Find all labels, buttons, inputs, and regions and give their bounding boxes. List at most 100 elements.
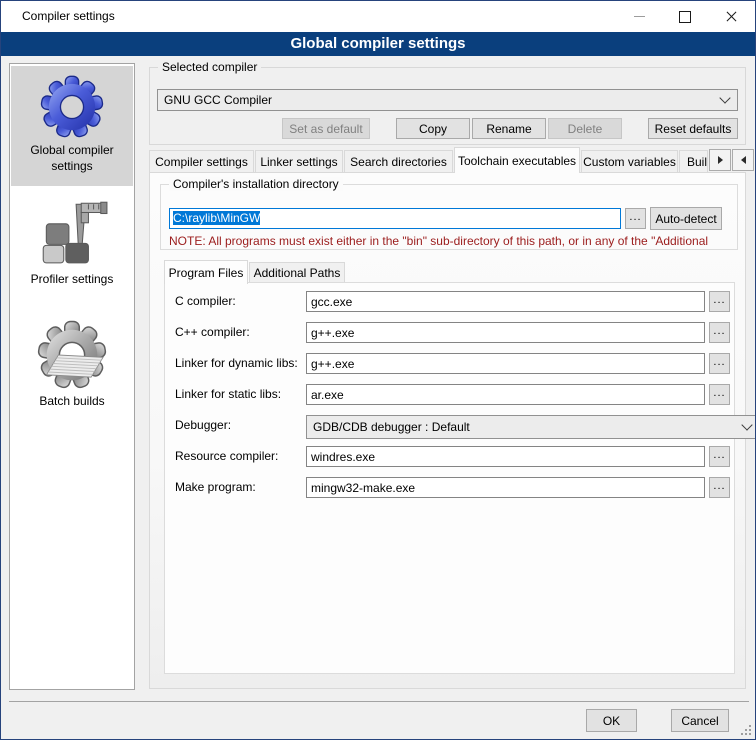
linker-dynamic-row: Linker for dynamic libs: ... (165, 353, 736, 375)
installation-directory-group: Compiler's installation directory C:\ray… (160, 184, 738, 250)
tab-scroll-left-button[interactable] (709, 149, 731, 171)
program-files-page: C compiler: ... C++ compiler: ... Linker… (164, 282, 735, 674)
sidebar-item-profiler-settings[interactable]: Profiler settings (11, 192, 133, 296)
tab-label: Search directories (350, 155, 447, 169)
tab-compiler-settings[interactable]: Compiler settings (149, 150, 254, 173)
ellipsis-icon: ... (713, 356, 725, 368)
resource-compiler-row: Resource compiler: ... (165, 446, 736, 468)
button-label: Delete (568, 122, 603, 136)
linker-static-browse-button[interactable]: ... (709, 384, 730, 405)
button-label: Auto-detect (655, 212, 716, 226)
subtab-program-files[interactable]: Program Files (164, 260, 248, 284)
make-program-row: Make program: ... (165, 477, 736, 499)
button-label: Set as default (289, 122, 362, 136)
c-compiler-browse-button[interactable]: ... (709, 291, 730, 312)
ellipsis-icon: ... (713, 325, 725, 337)
auto-detect-button[interactable]: Auto-detect (650, 207, 722, 230)
resource-compiler-input[interactable] (306, 446, 705, 467)
compiler-select-value: GNU GCC Compiler (164, 93, 272, 107)
bin-subdirectory-note: NOTE: All programs must exist either in … (169, 234, 732, 248)
maximize-icon (679, 11, 691, 23)
make-program-input[interactable] (306, 477, 705, 498)
toolchain-executables-page: Compiler's installation directory C:\ray… (149, 172, 746, 689)
installation-directory-input[interactable]: C:\raylib\MinGW (169, 208, 621, 229)
field-label: C++ compiler: (175, 322, 250, 343)
make-program-browse-button[interactable]: ... (709, 477, 730, 498)
minimize-icon (634, 16, 645, 17)
cpp-compiler-input[interactable] (306, 322, 705, 343)
debugger-row: Debugger: GDB/CDB debugger : Default (165, 415, 736, 437)
button-label: Copy (419, 122, 447, 136)
tab-scroll-right-button[interactable] (732, 149, 754, 171)
cancel-button[interactable]: Cancel (671, 709, 729, 732)
title-bar[interactable]: Compiler settings (1, 1, 755, 32)
linker-static-input[interactable] (306, 384, 705, 405)
global-compiler-gear-icon (40, 75, 104, 142)
c-compiler-row: C compiler: ... (165, 291, 736, 313)
maximize-button[interactable] (662, 1, 708, 32)
chevron-down-icon (741, 419, 752, 430)
field-label: Linker for static libs: (175, 384, 281, 405)
compiler-settings-dialog: Compiler settings Global compiler settin… (0, 0, 756, 740)
window-title: Compiler settings (22, 1, 115, 32)
settings-category-sidebar: Global compiler settings (9, 63, 135, 690)
linker-dynamic-browse-button[interactable]: ... (709, 353, 730, 374)
sidebar-item-global-compiler-settings[interactable]: Global compiler settings (11, 66, 133, 186)
cpp-compiler-row: C++ compiler: ... (165, 322, 736, 344)
batch-builds-icon (37, 320, 107, 393)
tab-label: Custom variables (583, 155, 676, 169)
sidebar-item-label: Global compiler settings (16, 142, 128, 174)
tab-custom-variables[interactable]: Custom variables (581, 150, 678, 173)
resource-compiler-browse-button[interactable]: ... (709, 446, 730, 467)
installation-directory-group-label: Compiler's installation directory (169, 177, 343, 191)
subtab-additional-paths[interactable]: Additional Paths (249, 262, 345, 283)
left-arrow-icon (718, 156, 723, 164)
rename-button[interactable]: Rename (472, 118, 546, 139)
tab-linker-settings[interactable]: Linker settings (255, 150, 343, 173)
selected-compiler-group-label: Selected compiler (158, 60, 261, 74)
ok-button[interactable]: OK (586, 709, 637, 732)
field-label: Debugger: (175, 415, 231, 436)
reset-defaults-button[interactable]: Reset defaults (648, 118, 738, 139)
button-label: Reset defaults (655, 122, 732, 136)
compiler-select[interactable]: GNU GCC Compiler (157, 89, 738, 111)
debugger-select-value: GDB/CDB debugger : Default (313, 420, 470, 434)
minimize-button[interactable] (616, 1, 662, 32)
tab-label: Compiler settings (155, 155, 248, 169)
chevron-down-icon (719, 92, 730, 103)
field-label: C compiler: (175, 291, 236, 312)
dialog-header: Global compiler settings (1, 32, 755, 56)
selected-path-text: C:\raylib\MinGW (173, 211, 260, 225)
ellipsis-icon: ... (713, 480, 725, 492)
field-label: Make program: (175, 477, 256, 498)
sidebar-item-label: Profiler settings (16, 271, 128, 287)
copy-button[interactable]: Copy (396, 118, 470, 139)
cpp-compiler-browse-button[interactable]: ... (709, 322, 730, 343)
ellipsis-icon: ... (713, 449, 725, 461)
tab-label: Toolchain executables (458, 154, 576, 168)
c-compiler-input[interactable] (306, 291, 705, 312)
tab-toolchain-executables[interactable]: Toolchain executables (454, 147, 580, 173)
delete-button[interactable]: Delete (548, 118, 622, 139)
ellipsis-icon: ... (713, 387, 725, 399)
tab-build-options-truncated[interactable]: Builc (679, 150, 708, 173)
ellipsis-icon: ... (713, 294, 725, 306)
sidebar-item-batch-builds[interactable]: Batch builds (11, 316, 133, 418)
browse-directory-button[interactable]: ... (625, 208, 646, 229)
sidebar-item-label: Batch builds (16, 393, 128, 409)
tab-label: Linker settings (260, 155, 337, 169)
close-icon (725, 10, 738, 23)
debugger-select[interactable]: GDB/CDB debugger : Default (306, 415, 756, 439)
footer-divider (9, 701, 749, 702)
linker-static-row: Linker for static libs: ... (165, 384, 736, 406)
tab-search-directories[interactable]: Search directories (344, 150, 453, 173)
ellipsis-icon: ... (629, 211, 641, 223)
field-label: Resource compiler: (175, 446, 278, 467)
tab-label: Builc (687, 155, 708, 169)
right-arrow-icon (741, 156, 746, 164)
close-button[interactable] (708, 1, 754, 32)
linker-dynamic-input[interactable] (306, 353, 705, 374)
button-label: Cancel (681, 714, 718, 728)
resize-grip[interactable] (749, 733, 751, 735)
set-as-default-button[interactable]: Set as default (282, 118, 370, 139)
